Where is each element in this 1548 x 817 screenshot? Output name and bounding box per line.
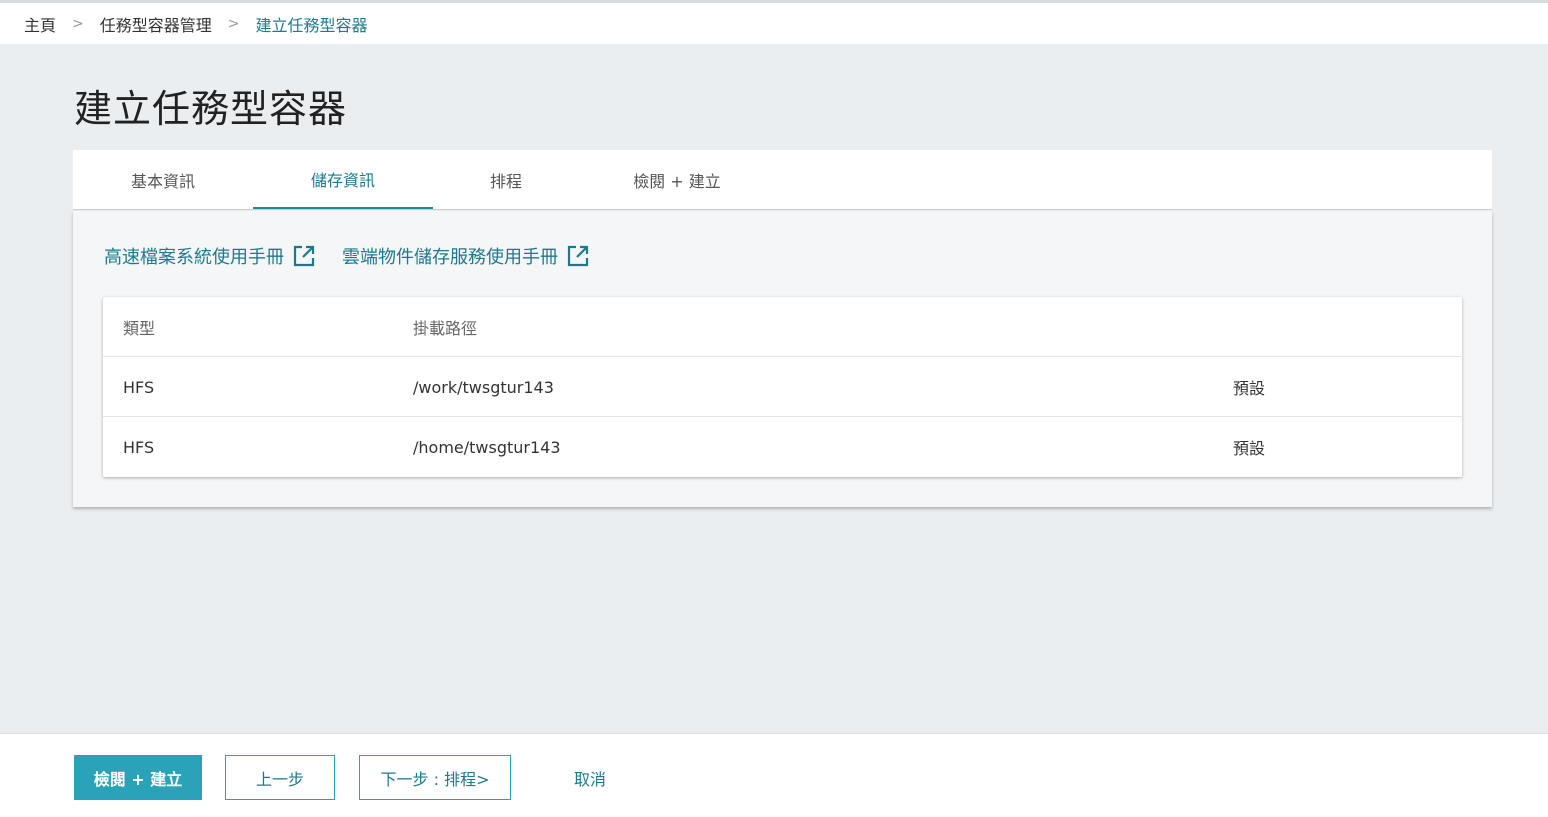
cell-type: HFS — [123, 377, 155, 397]
object-storage-manual-link[interactable]: 雲端物件儲存服務使用手冊 — [342, 243, 590, 269]
page-title: 建立任務型容器 — [74, 87, 348, 131]
breadcrumb-current: 建立任務型容器 — [255, 15, 368, 35]
wizard-tabs: 基本資訊 儲存資訊 排程 檢閱 + 建立 — [73, 150, 1492, 210]
table-header-row: 類型 掛載路徑 — [103, 297, 1462, 357]
cancel-button[interactable]: 取消 — [550, 755, 630, 800]
cell-default-flag: 預設 — [1233, 379, 1266, 398]
breadcrumb-job-container-management[interactable]: 任務型容器管理 — [100, 12, 212, 36]
hfs-manual-link-label: 高速檔案系統使用手冊 — [104, 247, 284, 268]
cell-default-flag: 預設 — [1233, 439, 1266, 458]
cell-mount-path: /home/twsgtur143 — [413, 437, 561, 457]
breadcrumb: 主頁 > 任務型容器管理 > 建立任務型容器 — [0, 3, 1548, 44]
breadcrumb-home[interactable]: 主頁 — [24, 12, 56, 36]
review-create-button[interactable]: 檢閱 + 建立 — [74, 755, 202, 800]
tab-schedule[interactable]: 排程 — [416, 150, 596, 209]
next-schedule-button[interactable]: 下一步 : 排程> — [359, 755, 511, 800]
manual-links: 高速檔案系統使用手冊 雲端物件儲存服務使用手冊 — [104, 243, 616, 269]
external-link-icon — [567, 245, 589, 267]
storage-table: 類型 掛載路徑 HFS /work/twsgtur143 預設 HFS /hom… — [103, 297, 1462, 477]
column-header-type: 類型 — [123, 319, 156, 338]
cell-type: HFS — [123, 437, 155, 457]
tab-review-create[interactable]: 檢閱 + 建立 — [587, 150, 767, 209]
table-row: HFS /home/twsgtur143 預設 — [103, 417, 1462, 477]
external-link-icon — [293, 245, 315, 267]
storage-info-panel: 高速檔案系統使用手冊 雲端物件儲存服務使用手冊 類型 掛載路徑 HFS /wor… — [73, 211, 1492, 507]
tab-basic-info[interactable]: 基本資訊 — [73, 150, 253, 209]
column-header-mount-path: 掛載路徑 — [413, 319, 478, 338]
object-storage-manual-link-label: 雲端物件儲存服務使用手冊 — [342, 247, 558, 268]
wizard-footer: 檢閱 + 建立 上一步 下一步 : 排程> 取消 — [0, 733, 1548, 817]
previous-button[interactable]: 上一步 — [225, 755, 335, 800]
breadcrumb-separator: > — [72, 15, 84, 32]
breadcrumb-separator: > — [227, 15, 240, 32]
table-row: HFS /work/twsgtur143 預設 — [103, 357, 1462, 417]
hfs-manual-link[interactable]: 高速檔案系統使用手冊 — [104, 243, 316, 269]
tab-storage-info[interactable]: 儲存資訊 — [253, 150, 433, 209]
cell-mount-path: /work/twsgtur143 — [413, 377, 554, 397]
